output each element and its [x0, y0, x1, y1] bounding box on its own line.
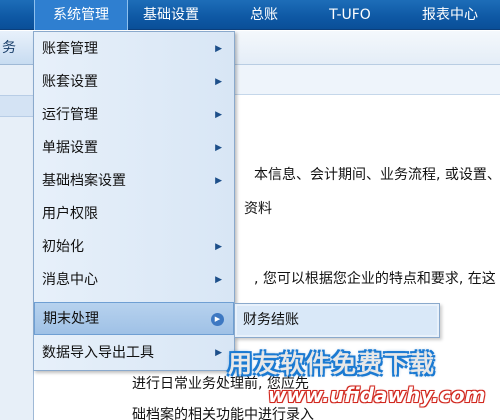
content-text-line: 本信息、会计期间、业务流程, 或设置、: [254, 167, 500, 183]
dropdown-item-label: 基础档案设置: [42, 173, 126, 189]
dropdown-item-period-end-processing[interactable]: 期末处理 ▶: [34, 302, 234, 335]
left-tab-label[interactable]: 务: [0, 31, 34, 65]
dropdown-item-label: 运行管理: [42, 107, 98, 123]
triangle-right-icon: ▶: [215, 242, 222, 252]
watermark-url-text: www.ufidawhy.com: [268, 383, 486, 407]
menu-system-management-label: 系统管理: [53, 7, 109, 23]
dropdown-item-label: 账套管理: [42, 41, 98, 57]
circle-arrow-right-icon: ▶: [211, 313, 224, 326]
triangle-right-icon: ▶: [215, 77, 222, 87]
watermark-logo-text: 用友软件免费下载: [228, 350, 436, 378]
menu-t-ufo-label: T-UFO: [329, 7, 371, 23]
dropdown-item-label: 用户权限: [42, 206, 98, 222]
menu-report-center[interactable]: 报表中心: [404, 0, 496, 30]
menu-system-management[interactable]: 系统管理: [34, 0, 128, 30]
dropdown-item-label: 数据导入导出工具: [42, 345, 154, 361]
dropdown-item-label: 账套设置: [42, 74, 98, 90]
content-text-line: , 您可以根据您企业的特点和要求, 在这: [254, 271, 496, 287]
submenu-item-financial-closing[interactable]: 财务结账: [237, 306, 437, 335]
period-end-submenu: 财务结账: [234, 303, 440, 338]
menu-basic-settings[interactable]: 基础设置: [128, 0, 214, 30]
triangle-right-icon: ▶: [215, 348, 222, 358]
dropdown-item-message-center[interactable]: 消息中心 ▶: [34, 264, 234, 297]
triangle-right-icon: ▶: [215, 275, 222, 285]
main-menubar: 系统管理 基础设置 总账 T-UFO 报表中心: [0, 0, 500, 30]
dropdown-item-label: 初始化: [42, 239, 84, 255]
dropdown-item-account-set-management[interactable]: 账套管理 ▶: [34, 33, 234, 66]
menu-report-center-label: 报表中心: [422, 7, 478, 23]
dropdown-item-account-set-settings[interactable]: 账套设置 ▶: [34, 66, 234, 99]
dropdown-item-initialization[interactable]: 初始化 ▶: [34, 231, 234, 264]
dropdown-item-label: 消息中心: [42, 272, 98, 288]
left-strip-row[interactable]: [0, 95, 34, 117]
dropdown-item-document-settings[interactable]: 单据设置 ▶: [34, 132, 234, 165]
dropdown-item-data-import-export-tool[interactable]: 数据导入导出工具 ▶: [34, 337, 234, 370]
triangle-right-icon: ▶: [215, 176, 222, 186]
dropdown-item-label: 期末处理: [43, 311, 99, 327]
menu-general-ledger-label: 总账: [250, 7, 278, 23]
dropdown-item-runtime-management[interactable]: 运行管理 ▶: [34, 99, 234, 132]
left-navigation-strip: 务: [0, 31, 34, 420]
content-text-line: 资料: [244, 201, 272, 217]
dropdown-item-basic-archive-settings[interactable]: 基础档案设置 ▶: [34, 165, 234, 198]
menu-t-ufo[interactable]: T-UFO: [318, 0, 382, 30]
menu-basic-settings-label: 基础设置: [143, 7, 199, 23]
triangle-right-icon: ▶: [215, 143, 222, 153]
triangle-right-icon: ▶: [215, 110, 222, 120]
submenu-item-label: 财务结账: [243, 312, 299, 328]
menu-general-ledger[interactable]: 总账: [236, 0, 292, 30]
system-management-dropdown: 账套管理 ▶ 账套设置 ▶ 运行管理 ▶ 单据设置 ▶ 基础档案设置 ▶ 用户权…: [33, 31, 235, 371]
dropdown-item-user-permissions[interactable]: 用户权限: [34, 198, 234, 231]
dropdown-item-label: 单据设置: [42, 140, 98, 156]
triangle-right-icon: ▶: [215, 44, 222, 54]
